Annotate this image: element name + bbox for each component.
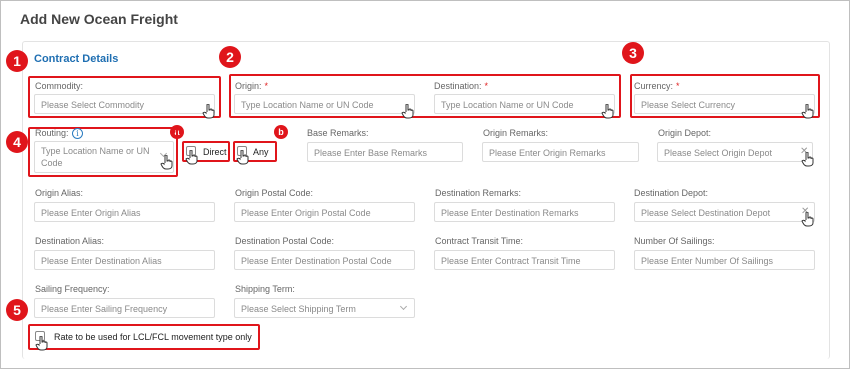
- destination-depot-label: Destination Depot:: [634, 188, 709, 198]
- shipping-term-label: Shipping Term:: [235, 284, 295, 294]
- routing-label: Routing:: [35, 128, 69, 138]
- currency-label: Currency: *: [634, 81, 680, 91]
- destination-alias-label: Destination Alias:: [35, 236, 105, 246]
- origin-postal-label: Origin Postal Code:: [235, 188, 314, 198]
- section-title: Contract Details: [34, 53, 119, 65]
- hand-pointer-icon: [401, 104, 414, 119]
- sailings-input[interactable]: Please Enter Number Of Sailings: [634, 250, 815, 270]
- destination-remarks-input[interactable]: Please Enter Destination Remarks: [434, 202, 615, 222]
- base-remarks-input[interactable]: Please Enter Base Remarks: [307, 142, 463, 162]
- destination-postal-label: Destination Postal Code:: [235, 236, 335, 246]
- origin-depot-label: Origin Depot:: [658, 128, 712, 138]
- transit-time-input[interactable]: Please Enter Contract Transit Time: [434, 250, 615, 270]
- origin-label: Origin: *: [235, 81, 269, 91]
- direct-label: Direct: [203, 147, 227, 157]
- sailing-frequency-input[interactable]: Please Enter Sailing Frequency: [34, 298, 215, 318]
- marker-b: b: [274, 125, 288, 139]
- origin-alias-label: Origin Alias:: [35, 188, 84, 198]
- hand-pointer-icon: [236, 150, 249, 165]
- hand-pointer-icon: [801, 152, 814, 167]
- hand-pointer-icon: [801, 104, 814, 119]
- any-label: Any: [253, 147, 269, 157]
- transit-time-label: Contract Transit Time:: [435, 236, 524, 246]
- commodity-select[interactable]: Please Select Commodity: [34, 94, 215, 114]
- origin-remarks-input[interactable]: Please Enter Origin Remarks: [482, 142, 639, 162]
- origin-postal-input[interactable]: Please Enter Origin Postal Code: [234, 202, 415, 222]
- hand-pointer-icon: [160, 155, 173, 170]
- marker-5: 5: [6, 299, 28, 321]
- routing-input[interactable]: Type Location Name or UN Code: [34, 141, 174, 173]
- destination-label: Destination: *: [434, 81, 489, 91]
- page-title: Add New Ocean Freight: [20, 11, 178, 27]
- sailing-frequency-label: Sailing Frequency:: [35, 284, 110, 294]
- hand-pointer-icon: [801, 212, 814, 227]
- origin-remarks-label: Origin Remarks:: [483, 128, 549, 138]
- currency-select[interactable]: Please Select Currency: [634, 94, 815, 114]
- marker-3: 3: [622, 42, 644, 64]
- info-icon[interactable]: i: [72, 128, 83, 139]
- destination-postal-input[interactable]: Please Enter Destination Postal Code: [234, 250, 415, 270]
- origin-depot-select[interactable]: Please Select Origin Depot: [657, 142, 813, 162]
- origin-alias-input[interactable]: Please Enter Origin Alias: [34, 202, 215, 222]
- destination-input[interactable]: Type Location Name or UN Code: [434, 94, 615, 114]
- commodity-label: Commodity:: [35, 81, 84, 91]
- sailings-label: Number Of Sailings:: [634, 236, 715, 246]
- shipping-term-select[interactable]: Please Select Shipping Term: [234, 298, 415, 318]
- base-remarks-label: Base Remarks:: [307, 128, 369, 138]
- marker-4: 4: [6, 131, 28, 153]
- hand-pointer-icon: [35, 336, 48, 351]
- origin-input[interactable]: Type Location Name or UN Code: [234, 94, 415, 114]
- marker-1: 1: [6, 50, 28, 72]
- destination-alias-input[interactable]: Please Enter Destination Alias: [34, 250, 215, 270]
- destination-remarks-label: Destination Remarks:: [435, 188, 522, 198]
- hand-pointer-icon: [185, 150, 198, 165]
- lcl-fcl-label: Rate to be used for LCL/FCL movement typ…: [54, 332, 252, 342]
- hand-pointer-icon: [601, 104, 614, 119]
- destination-depot-select[interactable]: Please Select Destination Depot: [634, 202, 815, 222]
- hand-pointer-icon: [202, 104, 215, 119]
- marker-2: 2: [219, 46, 241, 68]
